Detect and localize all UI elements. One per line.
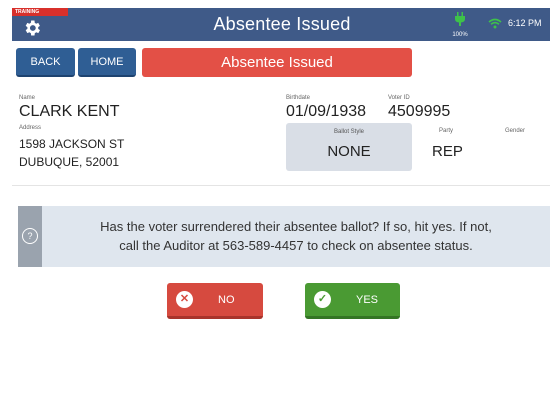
app-frame: TRAINING Absentee Issued 100% 6:12 PM BA… [12,8,550,413]
checkmark-icon: ✓ [314,291,331,308]
party-value: REP [432,143,463,160]
ballot-style-label: Ballot Style [333,129,364,135]
voter-id-value: 4509995 [388,103,451,120]
back-button[interactable]: BACK [16,48,75,77]
gear-icon[interactable] [22,18,42,38]
home-button[interactable]: HOME [78,48,136,77]
no-button-label: NO [218,294,235,306]
name-label: Name [19,95,36,101]
ballot-style-value: NONE [327,143,371,160]
voter-info-panel: Name CLARK KENT Birthdate 01/09/1938 Vot… [12,85,550,186]
clock: 6:12 PM [508,18,542,28]
page-title: Absentee Issued [213,14,351,34]
prompt-line-2: call the Auditor at 563-589-4457 to chec… [119,238,473,253]
absentee-prompt: ? Has the voter surrendered their absent… [18,206,550,267]
gender-label: Gender [505,128,526,134]
prompt-text: Has the voter surrendered their absentee… [50,217,542,255]
battery-indicator: 100% [447,12,473,38]
birthdate-value: 01/09/1938 [286,103,367,120]
voter-name: CLARK KENT [19,103,120,120]
voter-id-label: Voter ID [388,95,410,101]
no-button[interactable]: ✕ NO [167,283,263,319]
header-bar: TRAINING Absentee Issued 100% 6:12 PM [12,8,550,41]
yes-button-label: YES [356,294,379,306]
status-banner: Absentee Issued [142,48,412,77]
address-label: Address [19,125,42,131]
address-line2: DUBUQUE, 52001 [19,155,120,169]
yes-button[interactable]: ✓ YES [305,283,400,319]
training-badge: TRAINING [12,8,68,16]
plug-icon [455,12,465,26]
question-icon: ? [22,228,38,244]
address-line1: 1598 JACKSON ST [19,137,125,151]
birthdate-label: Birthdate [286,95,311,101]
nav-bar: BACK HOME Absentee Issued [12,41,550,85]
battery-percent: 100% [452,32,468,38]
prompt-line-1: Has the voter surrendered their absentee… [100,219,492,234]
wifi-icon [488,18,502,29]
close-icon: ✕ [176,291,193,308]
prompt-icon-bar: ? [18,206,42,267]
ballot-style-box: Ballot Style NONE [286,123,412,171]
party-label: Party [439,128,454,134]
